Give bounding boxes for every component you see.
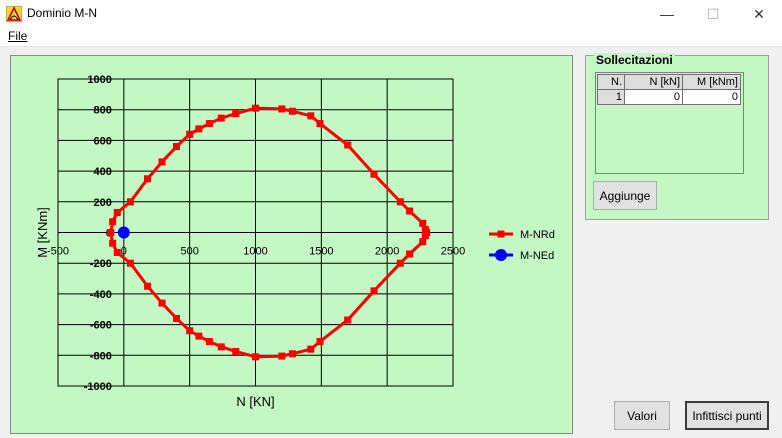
data-point-m-nrd xyxy=(113,209,121,217)
aggiunge-button[interactable]: Aggiunge xyxy=(593,181,657,210)
y-tick-label: -400 xyxy=(90,289,112,301)
x-tick-label: -500 xyxy=(47,246,69,258)
data-point-m-nrd xyxy=(396,259,404,267)
data-point-m-nrd xyxy=(421,232,429,240)
data-point-m-nrd xyxy=(419,238,427,246)
y-tick-label: 400 xyxy=(93,166,111,178)
app-icon xyxy=(6,6,22,22)
window-title: Dominio M-N xyxy=(27,6,98,20)
menu-file[interactable]: File xyxy=(8,29,27,43)
data-point-m-nrd xyxy=(205,120,213,128)
data-point-m-nrd xyxy=(344,316,352,324)
data-point-m-nrd xyxy=(186,327,194,335)
data-point-m-nrd xyxy=(307,112,315,120)
close-button[interactable]: ✕ xyxy=(736,0,782,28)
n-value-cell[interactable]: 0 xyxy=(624,89,683,105)
data-point-m-ned xyxy=(117,226,130,239)
y-tick-label: -600 xyxy=(90,320,112,332)
data-point-m-nrd xyxy=(205,337,213,345)
table-header-row: N. N [kN] M [kNm] xyxy=(597,74,741,90)
m-value-cell[interactable]: 0 xyxy=(682,89,741,105)
row-index-cell: 1 xyxy=(597,89,625,105)
data-point-m-nrd xyxy=(144,282,152,290)
data-point-m-nrd xyxy=(252,353,259,361)
minimize-button[interactable]: — xyxy=(644,0,690,28)
y-tick-label: -1000 xyxy=(84,381,112,393)
data-point-m-nrd xyxy=(232,347,240,355)
x-tick-label: 1500 xyxy=(309,246,333,258)
data-point-m-nrd xyxy=(195,332,203,340)
sollecitazioni-title: Sollecitazioni xyxy=(594,53,675,67)
y-tick-label: -200 xyxy=(90,258,112,270)
data-point-m-nrd xyxy=(370,287,378,295)
valori-button[interactable]: Valori xyxy=(614,401,670,430)
data-point-m-nrd xyxy=(232,110,240,118)
data-point-m-nrd xyxy=(406,207,414,215)
y-tick-label: 800 xyxy=(93,105,111,117)
data-point-m-nrd xyxy=(316,120,324,128)
data-point-m-nrd xyxy=(370,170,378,178)
column-header-n: N. xyxy=(597,74,625,90)
data-point-m-nrd xyxy=(173,143,180,151)
x-tick-label: 1000 xyxy=(243,246,267,258)
maximize-button[interactable]: ☐ xyxy=(690,0,736,28)
data-point-m-nrd xyxy=(419,219,427,227)
data-point-m-nrd xyxy=(113,248,121,256)
y-tick-label: 1000 xyxy=(87,74,111,86)
plot-panel: -500 0 500 1000 1500 2000 2500 -1000 -800 -600 -40… xyxy=(10,55,573,434)
data-point-m-nrd xyxy=(173,314,180,322)
data-point-m-nrd xyxy=(109,239,117,247)
x-tick-label: 2000 xyxy=(375,246,399,258)
data-point-m-nrd xyxy=(406,250,414,258)
column-header-n-kn: N [kN] xyxy=(624,74,683,90)
legend-marker xyxy=(495,249,507,261)
data-point-m-nrd xyxy=(186,130,194,138)
data-point-m-nrd xyxy=(126,198,134,206)
y-tick-label: 600 xyxy=(93,135,111,147)
data-point-m-nrd xyxy=(288,350,296,358)
x-tick-label: 500 xyxy=(180,246,198,258)
mn-domain-chart: -500 0 500 1000 1500 2000 2500-1000-800-600-40… xyxy=(35,74,555,409)
data-point-m-nrd xyxy=(278,105,286,113)
data-point-m-nrd xyxy=(126,259,134,267)
data-point-m-nrd xyxy=(107,229,115,236)
data-point-m-nrd xyxy=(288,107,296,115)
legend-label: M-NRd xyxy=(520,229,555,241)
sollecitazioni-table: N. N [kN] M [kNm] 1 0 0 xyxy=(597,74,741,105)
data-point-m-nrd xyxy=(316,337,324,345)
y-tick-label: -800 xyxy=(90,350,112,362)
data-point-m-nrd xyxy=(307,345,315,353)
sollecitazioni-grid[interactable]: N. N [kN] M [kNm] 1 0 0 xyxy=(595,72,744,174)
data-point-m-nrd xyxy=(144,175,152,183)
data-point-m-nrd xyxy=(158,158,166,166)
menu-file-label: File xyxy=(8,29,28,43)
y-axis-label: M [KNm] xyxy=(35,207,50,258)
data-point-m-nrd xyxy=(217,114,225,122)
data-point-m-nrd xyxy=(217,343,225,351)
x-axis-label: N [KN] xyxy=(236,394,274,409)
data-point-m-nrd xyxy=(278,352,286,360)
y-tick-label: 200 xyxy=(93,197,111,209)
column-header-m-knm: M [kNm] xyxy=(682,74,741,90)
menu-bar: File xyxy=(0,28,782,47)
x-tick-label: 2500 xyxy=(441,246,465,258)
data-point-m-nrd xyxy=(344,141,352,149)
data-point-m-nrd xyxy=(109,218,117,226)
table-row[interactable]: 1 0 0 xyxy=(597,89,741,105)
data-point-m-nrd xyxy=(158,299,166,307)
infittisci-punti-button[interactable]: Infittisci punti xyxy=(685,401,769,430)
legend-marker xyxy=(497,230,505,238)
legend-label: M-NEd xyxy=(520,250,554,262)
title-bar: Dominio M-N — ☐ ✕ xyxy=(0,0,782,28)
data-point-m-nrd xyxy=(396,198,404,206)
data-point-m-nrd xyxy=(252,104,259,112)
data-point-m-nrd xyxy=(195,125,203,133)
